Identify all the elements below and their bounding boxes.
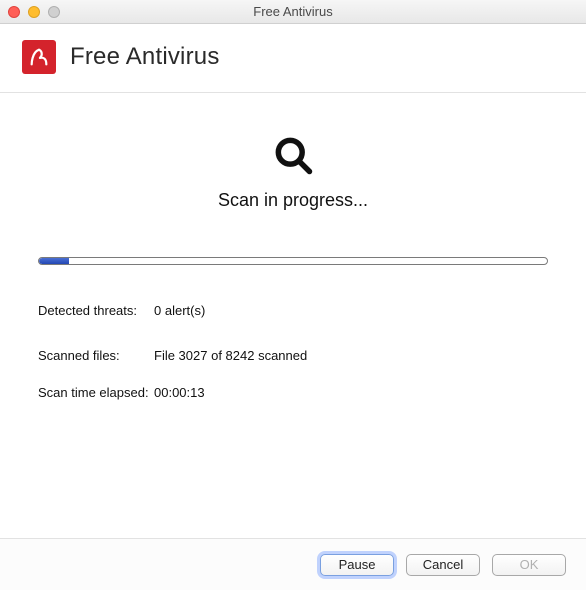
stat-detected-threats: Detected threats: 0 alert(s)	[38, 303, 548, 318]
time-value: 00:00:13	[154, 385, 205, 400]
stat-scanned-files: Scanned files: File 3027 of 8242 scanned	[38, 348, 548, 363]
avira-logo-icon	[22, 40, 56, 74]
close-window-button[interactable]	[8, 6, 20, 18]
minimize-window-button[interactable]	[28, 6, 40, 18]
app-title: Free Antivirus	[70, 43, 220, 71]
window-controls	[8, 6, 60, 18]
scan-icon-wrap	[38, 133, 548, 182]
files-value: File 3027 of 8242 scanned	[154, 348, 307, 363]
progress-fill	[39, 258, 69, 264]
zoom-window-button	[48, 6, 60, 18]
app-header: Free Antivirus	[0, 24, 586, 93]
titlebar: Free Antivirus	[0, 0, 586, 24]
search-icon	[271, 133, 315, 182]
progress-bar	[38, 257, 548, 265]
dialog-footer: Pause Cancel OK	[0, 538, 586, 590]
pause-button[interactable]: Pause	[320, 554, 394, 576]
scan-panel: Scan in progress... Detected threats: 0 …	[0, 93, 586, 400]
cancel-button[interactable]: Cancel	[406, 554, 480, 576]
threats-value: 0 alert(s)	[154, 303, 205, 318]
scan-status-text: Scan in progress...	[38, 190, 548, 211]
stat-scan-time: Scan time elapsed: 00:00:13	[38, 385, 548, 400]
threats-label: Detected threats:	[38, 303, 154, 318]
files-label: Scanned files:	[38, 348, 154, 363]
scan-stats: Detected threats: 0 alert(s) Scanned fil…	[38, 303, 548, 400]
window-title: Free Antivirus	[0, 4, 586, 19]
ok-button: OK	[492, 554, 566, 576]
time-label: Scan time elapsed:	[38, 385, 154, 400]
